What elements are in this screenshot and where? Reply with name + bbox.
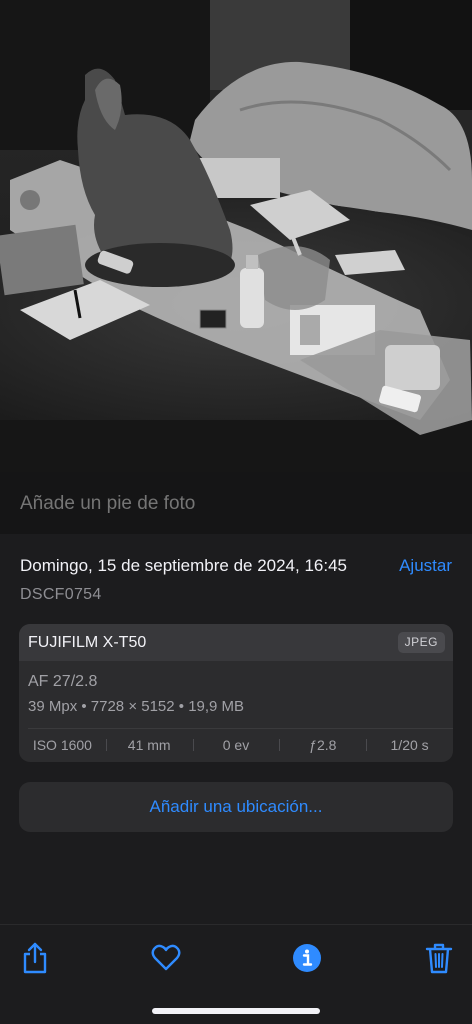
- caption-input[interactable]: [20, 493, 450, 515]
- lens-label: AF 27/2.8: [28, 673, 98, 690]
- adjust-button[interactable]: Ajustar: [399, 556, 452, 576]
- exif-exposure-bias: 0 ev: [192, 737, 280, 753]
- info-panel: Domingo, 15 de septiembre de 2024, 16:45…: [0, 534, 472, 924]
- heart-icon[interactable]: [150, 941, 182, 975]
- exif-shutter-speed: 1/20 s: [366, 737, 453, 753]
- photo-image[interactable]: [0, 0, 472, 472]
- camera-model-label: FUJIFILM X-T50: [28, 634, 147, 651]
- add-location-button[interactable]: Añadir una ubicación...: [19, 782, 453, 832]
- exif-row: ISO 1600 41 mm 0 ev ƒ2.8 1/20 s: [19, 728, 453, 762]
- date-time-label: Domingo, 15 de septiembre de 2024, 16:45: [20, 556, 348, 575]
- caption-bar: [0, 472, 472, 534]
- filename-label: DSCF0754: [20, 586, 102, 603]
- info-icon[interactable]: [291, 941, 323, 975]
- exif-aperture: ƒ2.8: [279, 737, 366, 753]
- image-specs-label: 39 Mpx • 7728 × 5152 • 19,9 MB: [28, 698, 245, 715]
- home-indicator[interactable]: [152, 1008, 320, 1014]
- exif-focal-length: 41 mm: [105, 737, 193, 753]
- camera-info-card: FUJIFILM X-T50 JPEG AF 27/2.8 39 Mpx • 7…: [19, 624, 453, 762]
- trash-icon[interactable]: [424, 941, 454, 975]
- photo-detail-screen: Domingo, 15 de septiembre de 2024, 16:45…: [0, 0, 472, 1024]
- format-badge: JPEG: [397, 632, 445, 653]
- exif-iso: ISO 1600: [32, 737, 92, 753]
- share-icon[interactable]: [20, 941, 50, 975]
- camera-card-header: FUJIFILM X-T50 JPEG: [19, 624, 453, 661]
